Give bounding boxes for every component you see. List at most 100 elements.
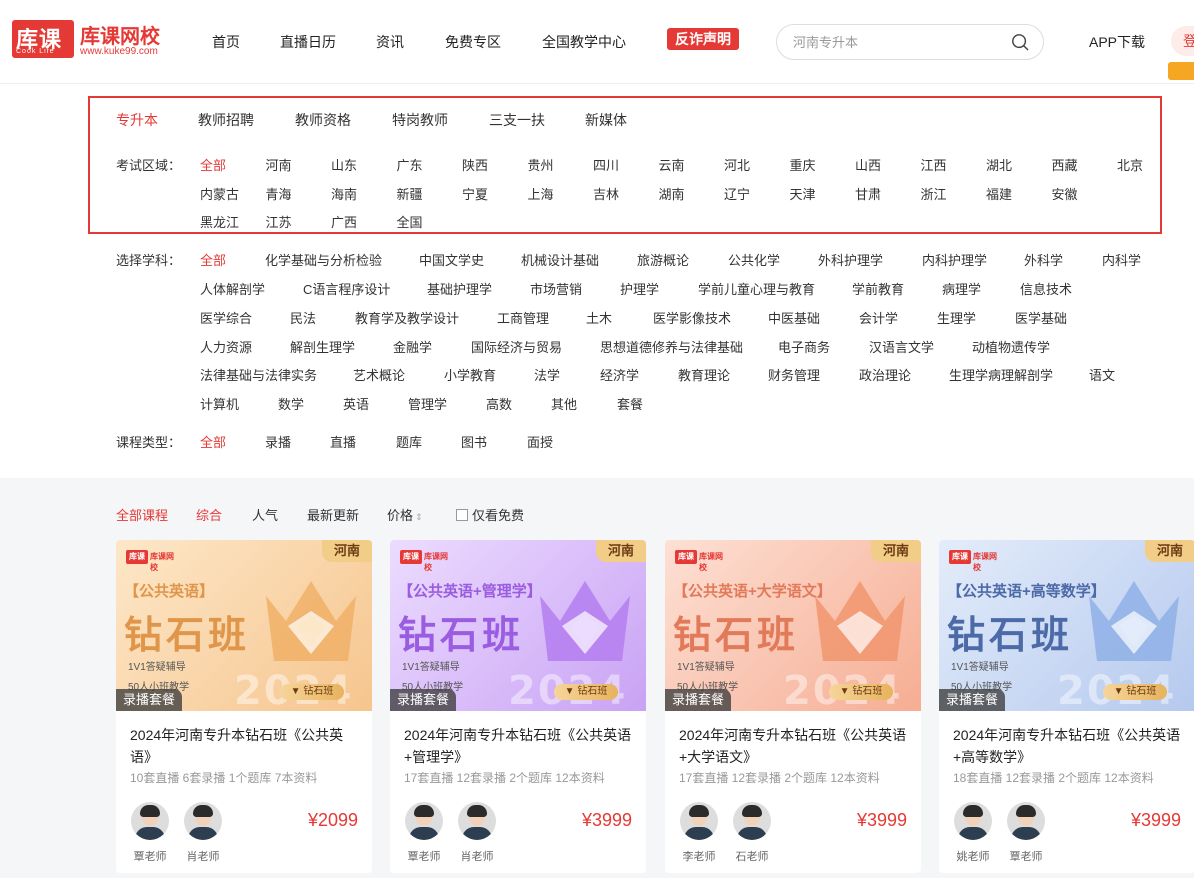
subject-option[interactable]: 医学综合 — [200, 308, 252, 327]
course-card[interactable]: 库课库课网校河南【公共英语+高等数学】钻石班1V1答疑辅导50人小班教学2024… — [939, 540, 1194, 873]
sort-popularity[interactable]: 人气 — [252, 505, 278, 524]
subject-option[interactable]: 财务管理 — [768, 365, 820, 384]
subject-option[interactable]: 计算机 — [200, 394, 239, 413]
course-banner[interactable]: 库课库课网校河南【公共英语+大学语文】钻石班1V1答疑辅导50人小班教学2024… — [665, 540, 921, 711]
subject-option[interactable]: 内科护理学 — [922, 250, 987, 269]
subject-option[interactable]: 教育理论 — [678, 365, 730, 384]
region-option[interactable]: 湖北 — [986, 155, 1012, 174]
subject-option[interactable]: C语言程序设计 — [303, 279, 390, 298]
region-option[interactable]: 甘肃 — [855, 184, 881, 203]
subject-option[interactable]: 民法 — [290, 308, 316, 327]
nav-live-calendar[interactable]: 直播日历 — [280, 32, 336, 52]
teacher[interactable]: 石老师 — [732, 802, 772, 864]
region-option[interactable]: 江苏 — [266, 212, 292, 231]
subject-option[interactable]: 电子商务 — [778, 337, 830, 356]
subject-option[interactable]: 全部 — [200, 250, 226, 269]
teacher[interactable]: 姚老师 — [953, 802, 993, 864]
category-tab[interactable]: 教师招聘 — [198, 110, 254, 130]
course-banner[interactable]: 库课库课网校河南【公共英语】钻石班1V1答疑辅导50人小班教学2024▼ 钻石班… — [116, 540, 372, 711]
region-option[interactable]: 天津 — [790, 184, 816, 203]
course-type-option[interactable]: 录播 — [265, 432, 291, 451]
region-option[interactable]: 内蒙古 — [200, 184, 239, 203]
category-tab[interactable]: 教师资格 — [295, 110, 351, 130]
region-option[interactable]: 山东 — [331, 155, 357, 174]
course-type-option[interactable]: 全部 — [200, 432, 226, 451]
region-option[interactable]: 山西 — [855, 155, 881, 174]
subject-option[interactable]: 基础护理学 — [427, 279, 492, 298]
free-only-label[interactable]: 仅看免费 — [472, 505, 524, 524]
region-option[interactable]: 四川 — [593, 155, 619, 174]
teacher[interactable]: 肖老师 — [457, 802, 497, 864]
subject-option[interactable]: 病理学 — [942, 279, 981, 298]
region-option[interactable]: 安徽 — [1052, 184, 1078, 203]
subject-option[interactable]: 汉语言文学 — [869, 337, 934, 356]
nav-teaching-center[interactable]: 全国教学中心 — [542, 32, 626, 52]
subject-option[interactable]: 政治理论 — [859, 365, 911, 384]
subject-option[interactable]: 小学教育 — [444, 365, 496, 384]
sort-latest[interactable]: 最新更新 — [307, 505, 359, 524]
subject-option[interactable]: 工商管理 — [497, 308, 549, 327]
subject-option[interactable]: 学前儿童心理与教育 — [698, 279, 815, 298]
region-option[interactable]: 福建 — [986, 184, 1012, 203]
course-title[interactable]: 2024年河南专升本钻石班《公共英语+高等数学》 — [953, 724, 1185, 768]
nav-news[interactable]: 资讯 — [376, 32, 404, 52]
region-option[interactable]: 全部 — [200, 155, 226, 174]
region-option[interactable]: 黑龙江 — [200, 212, 239, 231]
subject-option[interactable]: 人体解剖学 — [200, 279, 265, 298]
login-button[interactable]: 登 — [1171, 26, 1194, 56]
region-option[interactable]: 新疆 — [397, 184, 423, 203]
subject-option[interactable]: 学前教育 — [852, 279, 904, 298]
teacher[interactable]: 肖老师 — [183, 802, 223, 864]
anti-fraud-notice-button[interactable]: 反诈声明 — [667, 28, 739, 50]
subject-option[interactable]: 内科学 — [1102, 250, 1141, 269]
subject-option[interactable]: 护理学 — [620, 279, 659, 298]
course-card[interactable]: 库课库课网校河南【公共英语+管理学】钻石班1V1答疑辅导50人小班教学2024▼… — [390, 540, 646, 873]
region-option[interactable]: 宁夏 — [462, 184, 488, 203]
region-option[interactable]: 浙江 — [921, 184, 947, 203]
subject-option[interactable]: 生理学 — [937, 308, 976, 327]
free-only-checkbox[interactable] — [456, 509, 468, 521]
course-type-option[interactable]: 图书 — [461, 432, 487, 451]
subject-option[interactable]: 管理学 — [408, 394, 447, 413]
subject-option[interactable]: 中国文学史 — [419, 250, 484, 269]
subject-option[interactable]: 法学 — [534, 365, 560, 384]
subject-option[interactable]: 动植物遗传学 — [972, 337, 1050, 356]
region-option[interactable]: 广东 — [397, 155, 423, 174]
search-input[interactable] — [793, 33, 993, 51]
course-type-option[interactable]: 题库 — [396, 432, 422, 451]
subject-option[interactable]: 土木 — [586, 308, 612, 327]
subject-option[interactable]: 公共化学 — [728, 250, 780, 269]
course-banner[interactable]: 库课库课网校河南【公共英语+高等数学】钻石班1V1答疑辅导50人小班教学2024… — [939, 540, 1194, 711]
region-option[interactable]: 辽宁 — [724, 184, 750, 203]
subject-option[interactable]: 金融学 — [393, 337, 432, 356]
region-option[interactable]: 西藏 — [1052, 155, 1078, 174]
course-card[interactable]: 库课库课网校河南【公共英语】钻石班1V1答疑辅导50人小班教学2024▼ 钻石班… — [116, 540, 372, 873]
subject-option[interactable]: 机械设计基础 — [521, 250, 599, 269]
subject-option[interactable]: 艺术概论 — [353, 365, 405, 384]
subject-option[interactable]: 其他 — [551, 394, 577, 413]
subject-option[interactable]: 高数 — [486, 394, 512, 413]
subject-option[interactable]: 思想道德修养与法律基础 — [600, 337, 743, 356]
subject-option[interactable]: 外科护理学 — [818, 250, 883, 269]
region-option[interactable]: 上海 — [528, 184, 554, 203]
region-option[interactable]: 广西 — [331, 212, 357, 231]
category-tab[interactable]: 新媒体 — [585, 110, 627, 130]
course-card[interactable]: 库课库课网校河南【公共英语+大学语文】钻石班1V1答疑辅导50人小班教学2024… — [665, 540, 921, 873]
subject-option[interactable]: 经济学 — [600, 365, 639, 384]
category-tab[interactable]: 三支一扶 — [489, 110, 545, 130]
course-type-option[interactable]: 直播 — [330, 432, 356, 451]
sort-price[interactable]: 价格 ⇕ — [387, 505, 423, 524]
region-option[interactable]: 贵州 — [528, 155, 554, 174]
teacher[interactable]: 覃老师 — [404, 802, 444, 864]
course-title[interactable]: 2024年河南专升本钻石班《公共英语》 — [130, 724, 362, 768]
region-option[interactable]: 湖南 — [659, 184, 685, 203]
teacher[interactable]: 覃老师 — [1006, 802, 1046, 864]
region-option[interactable]: 海南 — [331, 184, 357, 203]
subject-option[interactable]: 语文 — [1089, 365, 1115, 384]
search-icon[interactable] — [1011, 33, 1029, 51]
region-option[interactable]: 云南 — [659, 155, 685, 174]
subject-option[interactable]: 教育学及教学设计 — [355, 308, 459, 327]
subject-option[interactable]: 英语 — [343, 394, 369, 413]
region-option[interactable]: 北京 — [1117, 155, 1143, 174]
subject-option[interactable]: 生理学病理解剖学 — [949, 365, 1053, 384]
